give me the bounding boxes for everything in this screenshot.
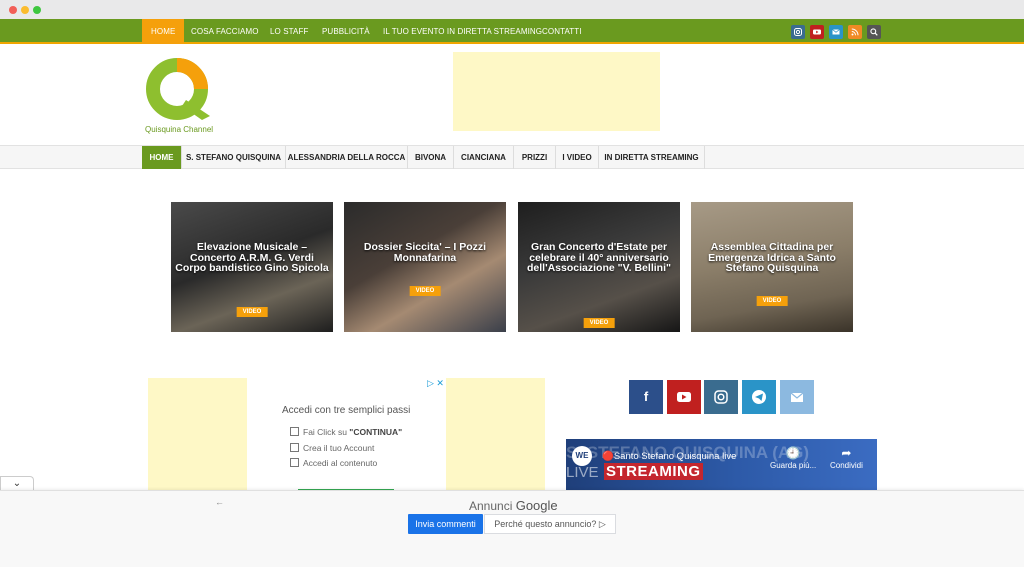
ad-heading: Accedi con tre semplici passi — [282, 405, 411, 416]
topnav-cosa-facciamo[interactable]: COSA FACCIAMO — [191, 19, 259, 44]
ad-step-1: Fai Click su "CONTINUA" — [290, 427, 402, 437]
topnav-diretta-streaming[interactable]: IL TUO EVENTO IN DIRETTA STREAMING — [383, 19, 542, 44]
checkbox-icon — [290, 443, 299, 452]
mail-icon[interactable] — [829, 25, 843, 39]
top-advertisement[interactable] — [453, 52, 660, 131]
topnav-lo-staff[interactable]: LO STAFF — [270, 19, 308, 44]
cat-cianciana[interactable]: CIANCIANA — [454, 146, 514, 169]
cat-alessandria-della-rocca[interactable]: ALESSANDRIA DELLA ROCCA — [286, 146, 408, 169]
ad-bar-label: Annunci Google — [469, 498, 558, 513]
video-card[interactable]: Dossier Siccita' – I Pozzi Monnafarina V… — [344, 202, 506, 332]
rss-icon[interactable] — [848, 25, 862, 39]
top-navigation: HOME COSA FACCIAMO LO STAFF PUBBLICITÀ I… — [0, 19, 1024, 44]
video-badge: VIDEO — [756, 296, 788, 306]
player-title[interactable]: 🔴Santo Stefano Quisquina live — [602, 451, 736, 462]
video-title[interactable]: Assemblea Cittadina per Emergenza Idrica… — [695, 242, 849, 274]
player-streaming-label: STREAMING — [604, 463, 703, 480]
browser-window: HOME COSA FACCIAMO LO STAFF PUBBLICITÀ I… — [0, 0, 1024, 567]
cat-in-diretta-streaming[interactable]: IN DIRETTA STREAMING — [599, 146, 705, 169]
topnav-home[interactable]: HOME — [142, 19, 185, 44]
ad-step-2: Crea il tuo Account — [290, 443, 374, 453]
watch-later-button[interactable]: 🕘 Guarda più... — [770, 445, 816, 470]
google-ad-bar: ← Annunci Google Invia commenti Perché q… — [0, 490, 1024, 567]
youtube-icon[interactable] — [810, 25, 824, 39]
video-thumbnail — [344, 202, 506, 332]
window-chrome — [0, 0, 1024, 19]
topnav-pubblicita[interactable]: PUBBLICITÀ — [322, 19, 370, 44]
instagram-icon[interactable] — [704, 380, 738, 414]
share-button[interactable]: ➦ Condividi — [830, 445, 863, 470]
cat-bivona[interactable]: BIVONA — [408, 146, 454, 169]
chevron-down-icon[interactable]: ⌄ — [0, 476, 34, 491]
channel-avatar[interactable]: WE — [572, 446, 592, 466]
video-badge: VIDEO — [583, 318, 615, 328]
clock-icon: 🕘 — [785, 446, 801, 460]
live-video-player[interactable]: S. STEFANO QUISQUINA (AG) LIVE STREAMING… — [566, 439, 877, 491]
video-title[interactable]: Dossier Siccita' – I Pozzi Monnafarina — [348, 242, 502, 263]
ad-choices-icon[interactable]: ▷ ✕ — [427, 378, 444, 389]
telegram-icon[interactable] — [742, 380, 776, 414]
instagram-icon[interactable] — [791, 25, 805, 39]
ad-step-3: Accedi al contenuto — [290, 458, 377, 468]
facebook-icon[interactable]: f — [629, 380, 663, 414]
video-badge: VIDEO — [409, 286, 441, 296]
video-title[interactable]: Gran Concerto d'Estate per celebrare il … — [522, 242, 676, 274]
share-icon: ➦ — [841, 446, 852, 460]
search-icon[interactable] — [867, 25, 881, 39]
player-live-label: LIVE — [566, 464, 599, 481]
checkbox-icon — [290, 427, 299, 436]
maximize-window-button[interactable] — [33, 6, 41, 14]
topnav-contatti[interactable]: CONTATTI — [542, 19, 582, 44]
mail-icon[interactable] — [780, 380, 814, 414]
checkbox-icon — [290, 458, 299, 467]
video-card[interactable]: Gran Concerto d'Estate per celebrare il … — [518, 202, 680, 332]
video-card[interactable]: Elevazione Musicale – Concerto A.R.M. G.… — [171, 202, 333, 332]
back-arrow-icon[interactable]: ← — [215, 497, 224, 507]
close-window-button[interactable] — [9, 6, 17, 14]
cat-i-video[interactable]: I VIDEO — [556, 146, 599, 169]
logo-caption: Quisquina Channel — [145, 125, 214, 134]
youtube-icon[interactable] — [667, 380, 701, 414]
category-navigation: HOME S. STEFANO QUISQUINA ALESSANDRIA DE… — [0, 145, 1024, 169]
cat-prizzi[interactable]: PRIZZI — [514, 146, 556, 169]
video-badge: VIDEO — [236, 307, 268, 317]
site-logo[interactable] — [144, 56, 220, 136]
video-title[interactable]: Elevazione Musicale – Concerto A.R.M. G.… — [175, 242, 329, 274]
minimize-window-button[interactable] — [21, 6, 29, 14]
video-card[interactable]: Assemblea Cittadina per Emergenza Idrica… — [691, 202, 853, 332]
send-feedback-button[interactable]: Invia commenti — [408, 514, 483, 534]
cat-s-stefano-quisquina[interactable]: S. STEFANO QUISQUINA — [182, 146, 286, 169]
cat-home[interactable]: HOME — [142, 146, 182, 169]
why-this-ad-button[interactable]: Perché questo annuncio? ▷ — [484, 514, 616, 534]
